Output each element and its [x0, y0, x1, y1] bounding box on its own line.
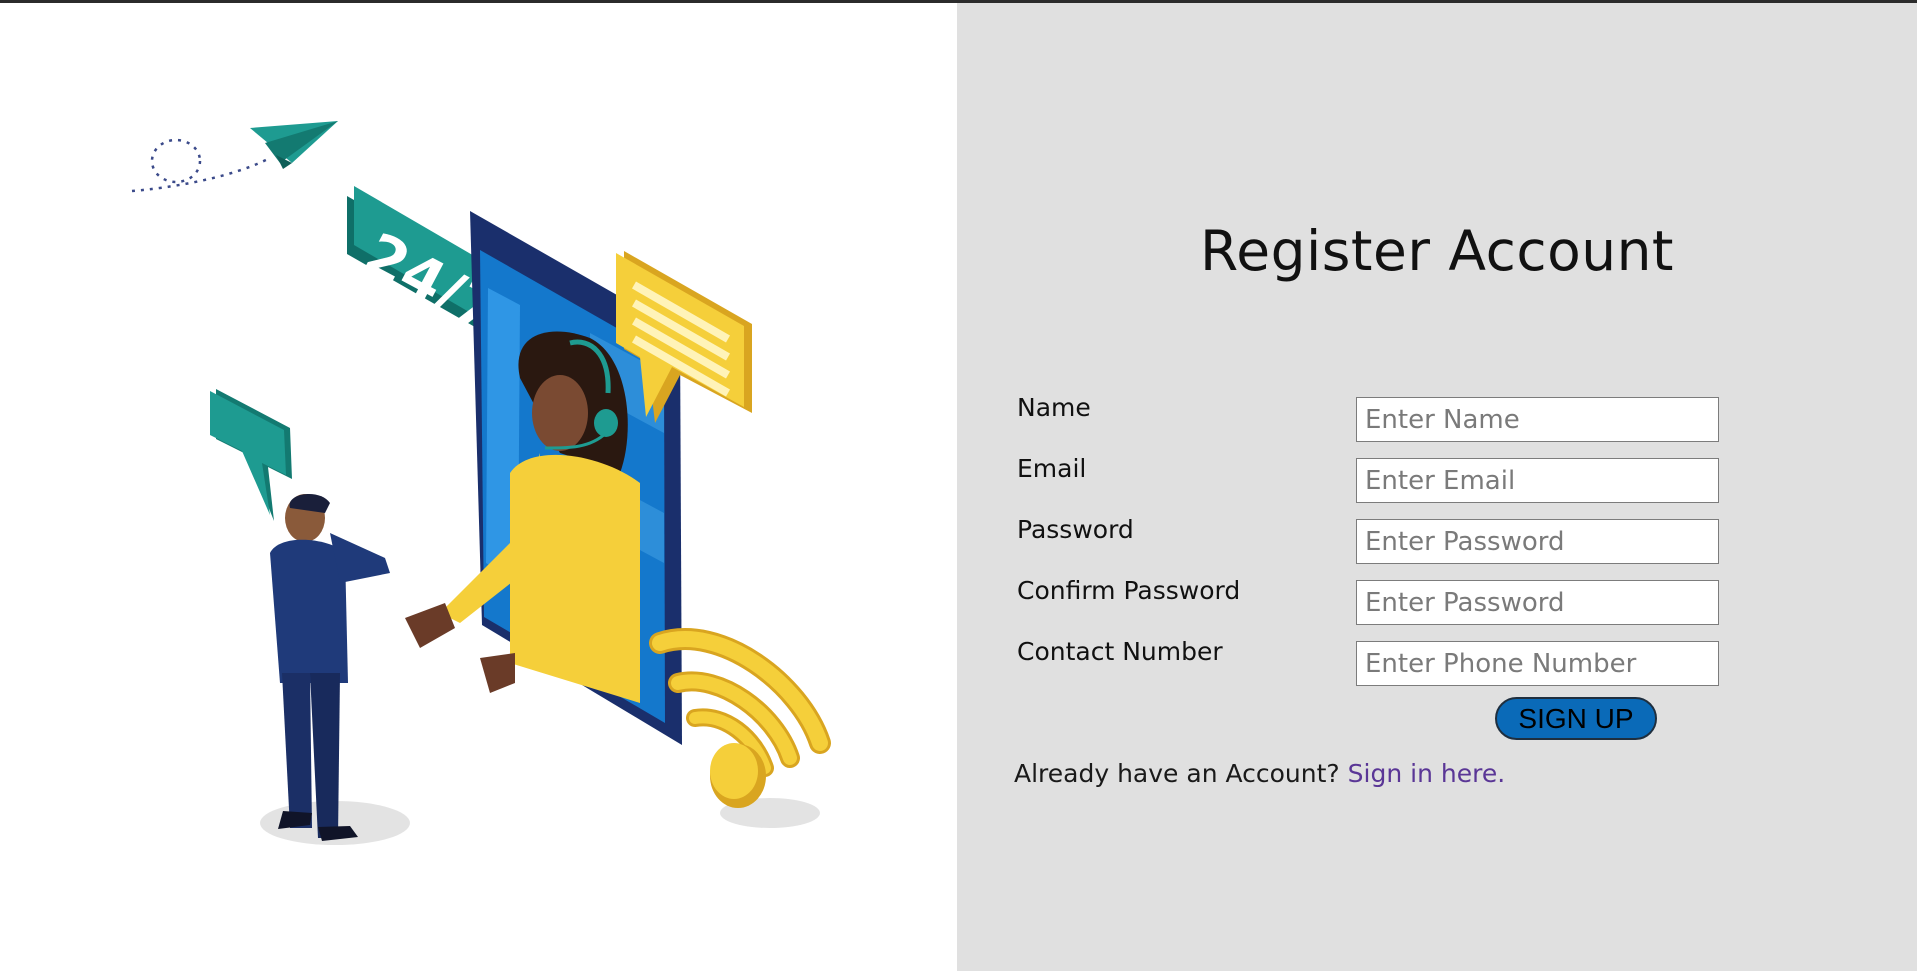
signin-prompt-text: Already have an Account?: [1014, 759, 1340, 788]
password-row: Password: [1017, 515, 1719, 564]
password-input[interactable]: [1356, 519, 1719, 564]
businessman-figure: [260, 493, 410, 845]
email-input[interactable]: [1356, 458, 1719, 503]
page-title: Register Account: [1200, 219, 1674, 283]
sign-in-link[interactable]: Sign in here.: [1348, 759, 1506, 788]
paper-plane-icon: [131, 121, 338, 193]
wifi-icon: [649, 628, 831, 828]
contact-number-label: Contact Number: [1017, 637, 1223, 666]
name-input[interactable]: [1356, 397, 1719, 442]
confirm-password-label: Confirm Password: [1017, 576, 1241, 605]
email-row: Email: [1017, 454, 1719, 503]
register-panel: Register Account Name Email Password Con…: [957, 3, 1917, 971]
illustration-panel: 24/7: [0, 3, 957, 971]
confirm-password-row: Confirm Password: [1017, 576, 1719, 625]
customer-support-illustration: 24/7: [131, 121, 831, 845]
name-row: Name: [1017, 393, 1719, 442]
message-bubble-icon: [210, 389, 292, 521]
signin-prompt-line: Already have an Account? Sign in here.: [1014, 759, 1505, 788]
confirm-password-input[interactable]: [1356, 580, 1719, 625]
name-label: Name: [1017, 393, 1091, 422]
password-label: Password: [1017, 515, 1134, 544]
email-label: Email: [1017, 454, 1087, 483]
contact-number-input[interactable]: [1356, 641, 1719, 686]
contact-number-row: Contact Number: [1017, 637, 1719, 686]
sign-up-button[interactable]: SIGN UP: [1495, 697, 1657, 740]
